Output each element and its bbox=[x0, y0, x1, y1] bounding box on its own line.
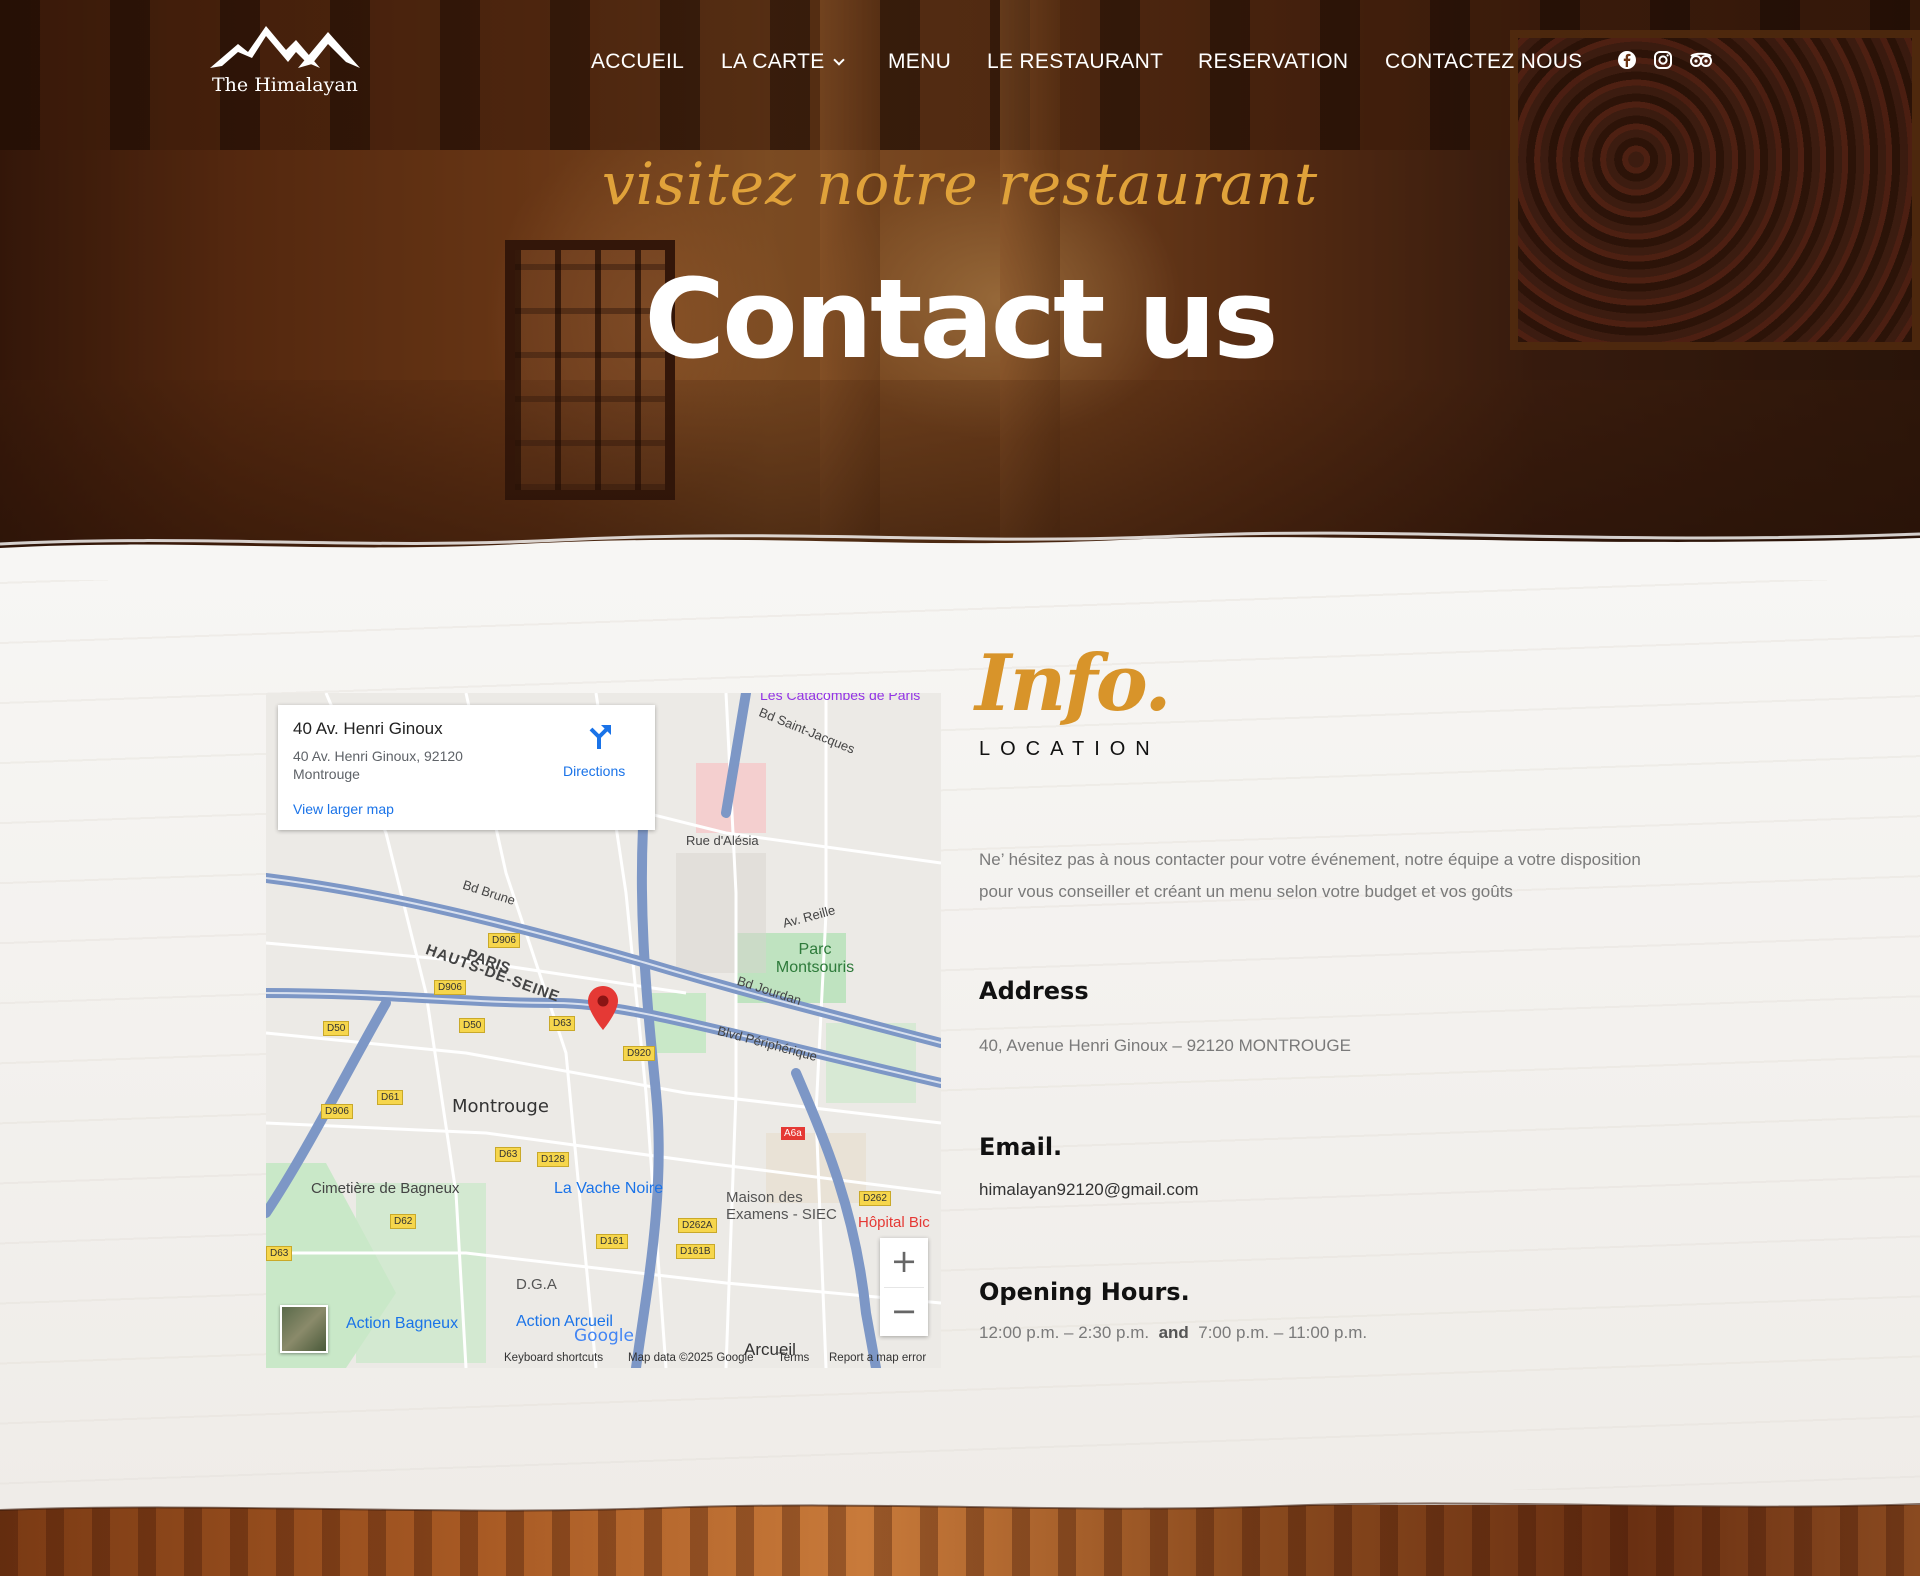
zoom-in-button[interactable]: + bbox=[880, 1238, 928, 1287]
facebook-icon[interactable] bbox=[1617, 50, 1637, 70]
tripadvisor-icon[interactable] bbox=[1689, 50, 1713, 70]
road-badge: D161 bbox=[596, 1234, 628, 1249]
map-label-dga: D.G.A bbox=[516, 1276, 557, 1293]
nav-menu[interactable]: MENU bbox=[888, 50, 951, 74]
info-script-heading: Info. bbox=[975, 638, 1172, 729]
map-zoom-control: + − bbox=[880, 1238, 928, 1336]
logo-text[interactable]: The Himalayan bbox=[212, 74, 358, 96]
road-badge: D61 bbox=[377, 1090, 404, 1105]
map-data-text: Map data ©2025 Google bbox=[628, 1352, 754, 1364]
nav-le-restaurant[interactable]: LE RESTAURANT bbox=[987, 50, 1163, 74]
directions-link[interactable]: Directions bbox=[563, 763, 625, 779]
map-label-action-bagneux: Action Bagneux bbox=[346, 1315, 459, 1332]
directions-icon[interactable] bbox=[585, 723, 613, 751]
map-label-hopital: Hôpital Bic bbox=[858, 1214, 930, 1231]
nav-la-carte[interactable]: LA CARTE bbox=[721, 50, 845, 74]
map-block bbox=[676, 853, 766, 973]
road-badge: D906 bbox=[488, 933, 520, 948]
road-badge: D63 bbox=[549, 1016, 576, 1031]
road-badge: D262A bbox=[678, 1218, 717, 1233]
hero-script-heading: visitez notre restaurant bbox=[601, 150, 1319, 218]
road-badge: D906 bbox=[434, 980, 466, 995]
map-label-montrouge: Montrouge bbox=[452, 1096, 549, 1117]
hours-lunch: 12:00 p.m. – 2:30 p.m. bbox=[979, 1323, 1150, 1342]
zoom-out-button[interactable]: − bbox=[880, 1288, 928, 1337]
road-badge: D920 bbox=[623, 1046, 655, 1061]
road-badge: D50 bbox=[459, 1018, 486, 1033]
hours-heading: Opening Hours. bbox=[979, 1278, 1190, 1306]
map-label-parc: Parc Montsouris bbox=[775, 941, 855, 976]
road-badge: D62 bbox=[390, 1214, 417, 1229]
satellite-toggle-button[interactable] bbox=[280, 1305, 328, 1353]
map-cemetery-area bbox=[356, 1183, 486, 1363]
address-heading: Address bbox=[979, 977, 1089, 1005]
road-badge: D128 bbox=[537, 1152, 569, 1167]
hours-text: 12:00 p.m. – 2:30 p.m. and 7:00 p.m. – 1… bbox=[979, 1323, 1367, 1343]
nav-accueil[interactable]: ACCUEIL bbox=[591, 50, 684, 74]
road-badge: D906 bbox=[321, 1104, 353, 1119]
road-badge: A6a bbox=[781, 1127, 805, 1140]
view-larger-map-link[interactable]: View larger map bbox=[293, 801, 394, 817]
road-badge: D161B bbox=[676, 1244, 715, 1259]
email-heading: Email. bbox=[979, 1133, 1063, 1161]
google-logo: Google bbox=[574, 1326, 634, 1346]
hours-and: and bbox=[1158, 1323, 1189, 1342]
road-badge: D262 bbox=[859, 1191, 891, 1206]
map-label-rue-alesia: Rue d'Alésia bbox=[686, 833, 759, 848]
instagram-icon[interactable] bbox=[1653, 50, 1673, 70]
footer-wave-divider bbox=[0, 1490, 1920, 1512]
info-intro-text: Ne’ hésitez pas à nous contacter pour vo… bbox=[979, 850, 1641, 901]
google-map[interactable]: Montrouge Parc Montsouris PARIS HAUTS-DE… bbox=[266, 693, 941, 1368]
road-badge: D63 bbox=[495, 1147, 522, 1162]
hero-wave-divider bbox=[0, 531, 1920, 580]
map-label-vache: La Vache Noire bbox=[554, 1180, 664, 1197]
terms-link[interactable]: Terms bbox=[778, 1352, 809, 1364]
nav-contactez-nous[interactable]: CONTACTEZ NOUS bbox=[1385, 50, 1582, 74]
road-badge: D63 bbox=[266, 1246, 293, 1261]
nav-reservation[interactable]: RESERVATION bbox=[1198, 50, 1348, 74]
map-footer: Keyboard shortcuts Map data ©2025 Google… bbox=[266, 1350, 941, 1368]
info-subtitle: LOCATION bbox=[979, 738, 1160, 760]
map-place-card: 40 Av. Henri Ginoux 40 Av. Henri Ginoux,… bbox=[278, 705, 655, 830]
hours-dinner: 7:00 p.m. – 11:00 p.m. bbox=[1198, 1323, 1368, 1342]
keyboard-shortcuts-link[interactable]: Keyboard shortcuts bbox=[504, 1352, 603, 1364]
email-link[interactable]: himalayan92120@gmail.com bbox=[979, 1180, 1198, 1200]
road-badge: D50 bbox=[323, 1021, 350, 1036]
nav-la-carte-label: LA CARTE bbox=[721, 50, 825, 73]
chevron-down-icon bbox=[832, 54, 845, 66]
page-title: Contact us bbox=[644, 255, 1278, 383]
map-place-title: 40 Av. Henri Ginoux bbox=[293, 719, 443, 738]
address-text: 40, Avenue Henri Ginoux – 92120 MONTROUG… bbox=[979, 1036, 1351, 1055]
map-label-cimetiere: Cimetière de Bagneux bbox=[311, 1180, 460, 1197]
map-label-maison: Maison des Examens - SIEC bbox=[726, 1189, 837, 1223]
map-place-address: 40 Av. Henri Ginoux, 92120 Montrouge bbox=[293, 748, 463, 782]
map-label-catacombes: Les Catacombes de Paris bbox=[760, 693, 921, 703]
report-map-error-link[interactable]: Report a map error bbox=[829, 1352, 926, 1364]
map-pin-icon[interactable] bbox=[587, 986, 619, 1030]
